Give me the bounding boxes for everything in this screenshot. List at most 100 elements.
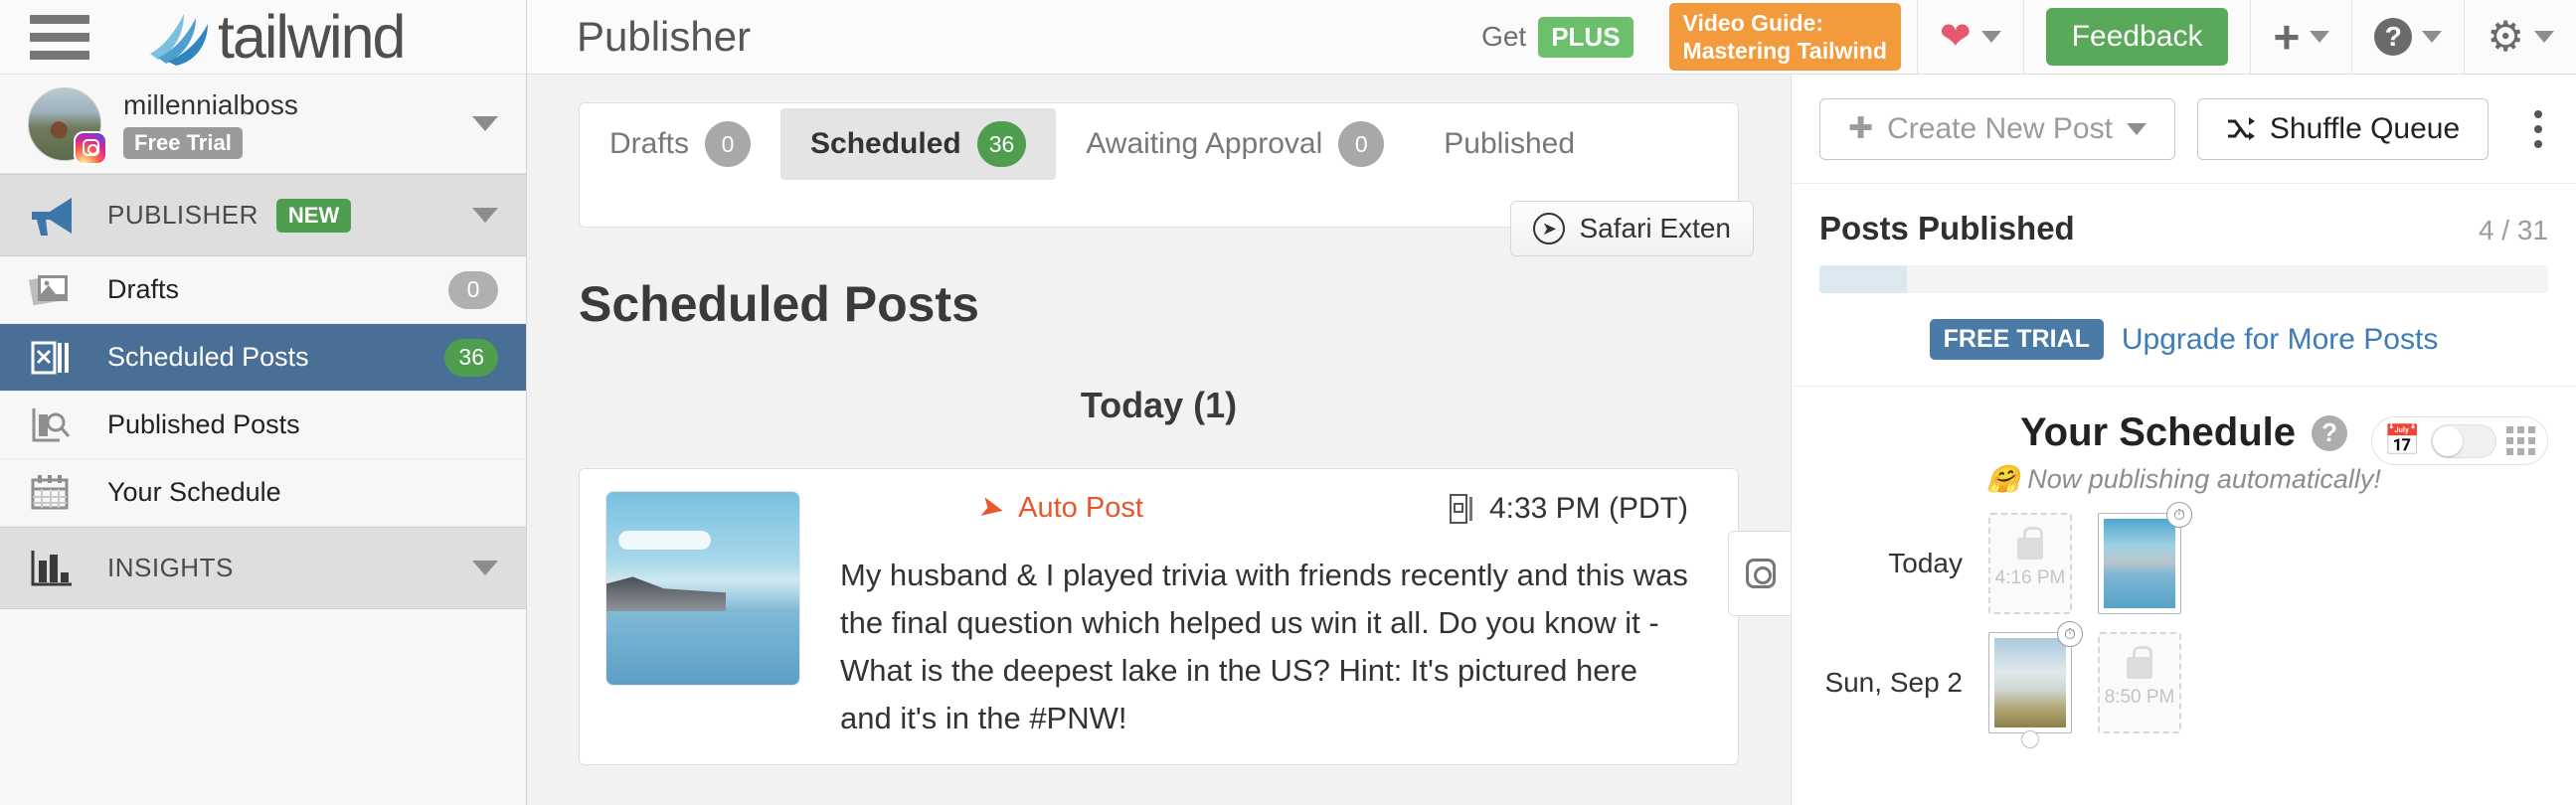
tab-published[interactable]: Published [1414,108,1605,180]
post-text: My husband & I played trivia with friend… [840,558,1688,736]
plus-icon: + [2273,10,2301,63]
sidebar-section-insights[interactable]: INSIGHTS [0,527,526,609]
create-new-post-button[interactable]: ✚ Create New Post [1819,97,2175,160]
shuffle-queue-button[interactable]: Shuffle Queue [2196,97,2490,160]
chevron-down-icon[interactable] [472,208,498,223]
tab-drafts[interactable]: Drafts 0 [580,108,780,180]
chevron-down-icon [2126,122,2147,135]
heart-icon: ❤ [1939,16,1972,58]
chevron-down-icon[interactable] [472,116,498,131]
post-body: ➤ Auto Post 4:33 PM (PDT) My husband & I… [800,490,1712,742]
sidebar-item-scheduled-posts[interactable]: Scheduled Posts 36 [0,324,526,392]
progress-fill [1819,265,1907,293]
posts-published-title: Posts Published [1819,210,2075,246]
your-schedule-header: Your Schedule ? 🤗 Now publishing automat… [1819,410,2548,495]
schedule-slot-empty[interactable]: 8:50 PM [2098,632,2181,733]
sidebar-item-label: Drafts [107,274,180,304]
schedule-day-label: Sun, Sep 2 [1824,667,1963,698]
section-title: Scheduled Posts [579,276,979,332]
tab-scheduled[interactable]: Scheduled 36 [780,108,1057,180]
post-thumbnail[interactable] [605,491,800,686]
sidebar-item-label: Your Schedule [107,477,281,507]
chevron-down-icon [1980,31,2001,43]
clock-icon: ⏱ [2166,502,2192,528]
sidebar-item-count: 0 [448,270,498,309]
help-button[interactable]: ? [2352,0,2464,74]
schedule-slot-filled[interactable]: ⏱ [2098,502,2192,614]
upgrade-row: FREE TRIAL Upgrade for More Posts [1819,319,2548,360]
lock-icon [2127,646,2152,679]
toolbar-actions: Get PLUS Video Guide: Mastering Tailwind… [1461,0,2576,74]
tab-count: 0 [1338,121,1385,167]
schedule-slot-empty[interactable]: 4:16 PM [1988,513,2072,614]
schedule-day-label: Today [1888,548,1963,578]
sidebar-item-your-schedule[interactable]: Your Schedule [0,459,526,527]
sidebar: tailwind millennialboss Free Trial PUBLI… [0,0,527,805]
published-icon [28,404,93,446]
schedule-view-toggle[interactable]: 📅 [2370,416,2548,465]
schedule-slot-time: 8:50 PM [2104,687,2175,708]
shuffle-icon [2227,116,2255,140]
brand-logo-area[interactable]: tailwind [144,2,406,72]
lock-icon [2017,527,2043,560]
sidebar-item-label: Published Posts [107,409,300,439]
schedule-slot-filled[interactable]: ⏱ [1988,621,2083,748]
auto-post-indicator: ➤ Auto Post [976,490,1143,528]
gear-icon: ⚙ [2487,13,2524,60]
feedback-button[interactable]: Feedback [2045,8,2229,66]
your-schedule-title: Your Schedule [2019,410,2297,454]
chevron-down-icon[interactable] [472,561,498,575]
post-card[interactable]: ➤ Auto Post 4:33 PM (PDT) My husband & I… [579,468,1791,766]
chevron-down-icon [2422,31,2443,43]
chevron-down-icon [2310,31,2330,43]
instagram-story-icon [1449,493,1472,524]
tab-label: Drafts [609,127,690,160]
question-mark-icon[interactable]: ? [2312,414,2348,451]
schedule-slot-time: 4:16 PM [1994,567,2066,588]
grid-view-icon [2506,426,2535,455]
plan-badge: Free Trial [123,126,243,159]
view-toggle-switch[interactable] [2431,423,2496,458]
scheduled-icon [28,337,93,379]
add-button[interactable]: + [2251,0,2351,74]
slot-marker-icon [2021,730,2039,748]
get-plus-button[interactable]: Get PLUS [1461,16,1652,58]
safari-compass-icon: ➤ [1533,213,1566,244]
chevron-down-icon [2534,31,2554,43]
tab-bar: Drafts 0 Scheduled 36 Awaiting Approval … [579,102,1754,256]
sidebar-item-drafts[interactable]: Drafts 0 [0,256,526,324]
sidebar-item-label: Scheduled Posts [107,342,309,372]
post-meta: ➤ Auto Post 4:33 PM (PDT) [840,490,1688,528]
schedule-slot-thumbnail [2104,519,2175,608]
tab-awaiting-approval[interactable]: Awaiting Approval 0 [1056,108,1414,180]
instagram-icon [1746,559,1776,588]
upgrade-link[interactable]: Upgrade for More Posts [2122,323,2438,357]
video-guide-button[interactable]: Video Guide: Mastering Tailwind [1668,2,1901,72]
posts-published-section: Posts Published 4 / 31 FREE TRIAL Upgrad… [1792,184,2576,360]
free-trial-chip: FREE TRIAL [1929,319,2104,360]
your-schedule-title-row: Your Schedule ? [1986,410,2381,455]
settings-button[interactable]: ⚙ [2465,0,2576,74]
get-label: Get [1481,21,1527,52]
your-schedule-title-block: Your Schedule ? 🤗 Now publishing automat… [1986,410,2381,495]
your-schedule-subtitle: Now publishing automatically! [2027,464,2381,494]
safari-extension-button[interactable]: ➤ Safari Exten [1510,201,1754,256]
account-name: millennialboss [123,88,298,120]
auto-post-label: Auto Post [1018,492,1143,524]
sidebar-item-count: 36 [444,338,498,377]
sidebar-item-published-posts[interactable]: Published Posts [0,392,526,459]
shuffle-queue-label: Shuffle Queue [2269,111,2461,145]
plus-chip: PLUS [1538,16,1633,58]
sidebar-header: tailwind [0,0,526,75]
favorites-button[interactable]: ❤ [1918,0,2023,74]
hamburger-menu-icon[interactable] [30,14,89,60]
schedule-row: Sun, Sep 2 ⏱ 8:50 PM [1819,621,2548,748]
post-channel-instagram[interactable] [1728,531,1791,616]
new-badge: NEW [275,198,352,233]
more-options-icon[interactable] [2528,104,2548,154]
post-time-label: 4:33 PM (PDT) [1488,491,1688,525]
account-switcher[interactable]: millennialboss Free Trial [0,75,526,174]
sidebar-section-publisher[interactable]: PUBLISHER NEW [0,174,526,256]
video-guide-line1: Video Guide: [1682,9,1823,36]
top-toolbar: Publisher Get PLUS Video Guide: Masterin… [527,0,2576,75]
